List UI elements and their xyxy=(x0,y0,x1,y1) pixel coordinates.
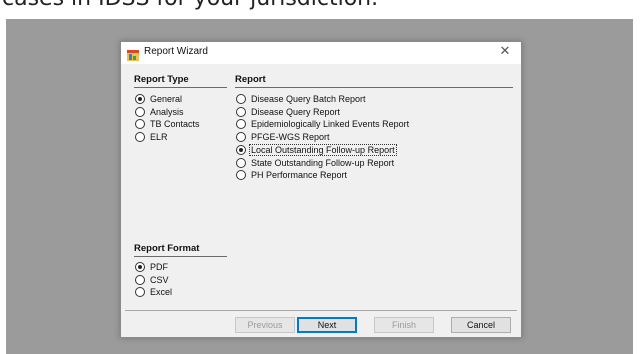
report-option-label: Disease Query Report xyxy=(251,106,341,117)
report-type-option-label: TB Contacts xyxy=(150,119,200,130)
radio-button[interactable] xyxy=(236,132,246,143)
report-option-state-outstanding-follow-up-report[interactable]: State Outstanding Follow-up Report xyxy=(236,157,395,169)
report-format-option-csv[interactable]: CSV xyxy=(135,274,170,286)
report-divider xyxy=(235,87,513,88)
report-wizard-app-icon xyxy=(127,48,139,61)
report-type-option-tb-contacts[interactable]: TB Contacts xyxy=(135,118,201,130)
report-option-label: State Outstanding Follow-up Report xyxy=(251,157,395,168)
report-format-option-label: CSV xyxy=(150,274,169,285)
close-icon[interactable]: ✕ xyxy=(497,44,513,60)
report-format-option-excel[interactable]: Excel xyxy=(135,286,173,298)
report-type-option-elr[interactable]: ELR xyxy=(135,131,169,143)
report-type-divider xyxy=(134,87,227,88)
report-option-label: Epidemiologically Linked Events Report xyxy=(251,119,410,130)
report-format-option-label: PDF xyxy=(150,262,168,272)
radio-button[interactable] xyxy=(236,157,246,168)
radio-button[interactable] xyxy=(135,119,145,130)
report-option-label: Disease Query Batch Report xyxy=(251,94,366,104)
background-document-text: cases in IDSS for your jurisdiction. xyxy=(0,0,640,10)
report-option-pfge-wgs-report[interactable]: PFGE-WGS Report xyxy=(236,131,331,143)
radio-button[interactable] xyxy=(135,106,145,117)
report-option-label: Local Outstanding Follow-up Report xyxy=(249,143,397,156)
cancel-button[interactable]: Cancel xyxy=(451,317,511,333)
report-format-divider xyxy=(134,256,227,257)
report-option-local-outstanding-follow-up-report[interactable]: Local Outstanding Follow-up Report xyxy=(236,143,397,156)
radio-button[interactable] xyxy=(236,94,246,104)
radio-button[interactable] xyxy=(236,106,246,117)
report-option-ph-performance-report[interactable]: PH Performance Report xyxy=(236,169,348,181)
report-type-option-label: General xyxy=(150,94,183,104)
report-type-option-label: Analysis xyxy=(150,106,184,117)
previous-button[interactable]: Previous xyxy=(235,317,295,333)
footer-divider xyxy=(125,310,517,311)
report-type-option-general[interactable]: General xyxy=(135,93,183,105)
radio-button[interactable] xyxy=(135,262,145,272)
report-wizard-dialog: Report Wizard ✕ Report Type General Analy… xyxy=(120,41,522,338)
report-option-disease-query-batch-report[interactable]: Disease Query Batch Report xyxy=(236,93,367,105)
radio-button[interactable] xyxy=(135,132,145,143)
report-option-label: PH Performance Report xyxy=(251,170,348,181)
report-option-disease-query-report[interactable]: Disease Query Report xyxy=(236,106,341,118)
report-option-label: PFGE-WGS Report xyxy=(251,132,330,143)
next-button[interactable]: Next xyxy=(297,317,357,333)
report-option-epidemiologically-linked-events-report[interactable]: Epidemiologically Linked Events Report xyxy=(236,118,410,130)
radio-button[interactable] xyxy=(135,94,145,104)
report-type-heading: Report Type xyxy=(134,74,189,85)
report-format-option-pdf[interactable]: PDF xyxy=(135,261,169,273)
radio-button[interactable] xyxy=(135,274,145,285)
radio-button[interactable] xyxy=(236,144,246,155)
title-bar[interactable]: Report Wizard ✕ xyxy=(121,42,521,64)
report-heading: Report xyxy=(235,74,266,85)
finish-button[interactable]: Finish xyxy=(374,317,434,333)
radio-button[interactable] xyxy=(135,287,145,298)
report-format-heading: Report Format xyxy=(134,243,200,254)
report-type-option-analysis[interactable]: Analysis xyxy=(135,106,185,118)
radio-button[interactable] xyxy=(236,170,246,181)
report-type-option-label: ELR xyxy=(150,132,168,143)
report-format-option-label: Excel xyxy=(150,287,173,298)
radio-button[interactable] xyxy=(236,119,246,130)
dialog-title: Report Wizard xyxy=(144,46,208,57)
